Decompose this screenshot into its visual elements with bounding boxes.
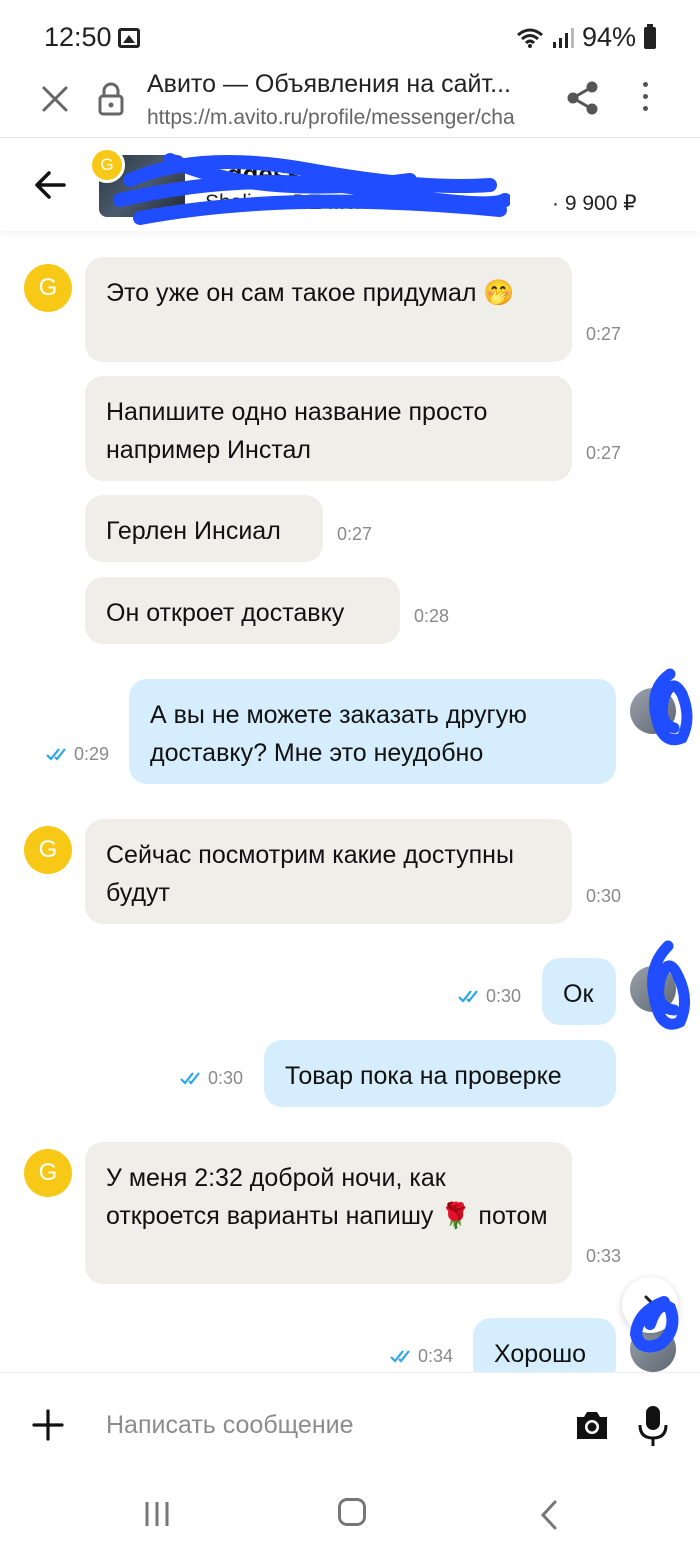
message-bubble-incoming[interactable]: Герлен Инсиал [85, 495, 323, 562]
listing-price: · 9 900 ₽ [552, 192, 637, 215]
battery-percent: 94% [581, 22, 636, 52]
message-bubble-incoming[interactable]: Сейчас посмотрим какие доступны будут [85, 819, 572, 924]
camera-icon[interactable] [574, 1409, 610, 1441]
message-time: 0:34 [390, 1346, 453, 1367]
message-time: 0:27 [586, 324, 622, 344]
seller-avatar: G [89, 147, 125, 183]
message-text: Это уже он сам такое придумал 🤭 [106, 279, 515, 307]
browser-toolbar: Авито — Объявления на сайт... https://m.… [0, 62, 700, 138]
message-time: 0:30 [586, 886, 622, 906]
message-bubble-incoming[interactable]: Это уже он сам такое придумал 🤭 [85, 257, 572, 362]
message-text: Напишите одно название просто например И… [106, 398, 488, 464]
status-time: 12:50 [44, 22, 112, 52]
message-time: 0:27 [337, 524, 373, 544]
lock-icon[interactable] [98, 82, 124, 116]
message-time: 0:29 [46, 744, 109, 765]
sender-avatar[interactable]: G [24, 1149, 72, 1197]
system-navigation-bar [0, 1480, 700, 1556]
double-check-icon [46, 748, 66, 761]
wifi-icon [516, 28, 543, 48]
message-time: 0:30 [458, 986, 521, 1007]
message-text: Герлен Инсиал [106, 517, 281, 545]
message-bubble-incoming[interactable]: Он откроет доставку [85, 577, 400, 644]
plus-icon[interactable] [32, 1409, 64, 1441]
listing-title[interactable]: Shali... ...DE ...cre Gu... [205, 191, 545, 215]
message-text: У меня 2:32 доброй ночи, как откроется в… [106, 1164, 548, 1230]
message-time: 0:30 [180, 1068, 243, 1089]
message-time: 0:27 [586, 443, 622, 463]
my-avatar[interactable] [630, 966, 676, 1012]
message-bubble-incoming[interactable]: Напишите одно название просто например И… [85, 376, 572, 481]
my-avatar[interactable] [630, 1326, 676, 1372]
message-bubble-outgoing[interactable]: Ок [542, 958, 616, 1025]
sender-avatar[interactable]: G [24, 264, 72, 312]
battery-icon [644, 23, 656, 49]
back-arrow-icon[interactable] [34, 169, 66, 201]
image-notification-icon [118, 28, 140, 48]
message-bubble-outgoing[interactable]: Товар пока на проверке [264, 1040, 616, 1107]
page-title[interactable]: Авито — Объявления на сайт... [147, 70, 547, 99]
microphone-icon[interactable] [638, 1405, 668, 1447]
more-options-icon[interactable] [638, 82, 652, 116]
recent-apps-icon[interactable] [144, 1500, 170, 1528]
message-input[interactable] [106, 1403, 546, 1447]
message-text: Ок [563, 980, 594, 1008]
status-indicators: 94% [516, 22, 656, 53]
home-icon[interactable] [338, 1498, 366, 1526]
double-check-icon [180, 1072, 200, 1085]
message-time: 0:33 [586, 1246, 622, 1266]
message-text: Хорошо [494, 1340, 587, 1368]
message-text: Сейчас посмотрим какие доступны будут [106, 841, 514, 907]
message-composer [0, 1372, 700, 1480]
seller-name[interactable]: ...ddess [205, 159, 302, 190]
share-icon[interactable] [566, 80, 600, 116]
message-text: Он откроет доставку [106, 599, 345, 627]
chat-header: G ...ddess Shali... ...DE ...cre Gu... ·… [0, 139, 700, 231]
message-bubble-incoming[interactable]: У меня 2:32 доброй ночи, как откроется в… [85, 1142, 572, 1284]
message-text: А вы не можете заказать другую доставку?… [150, 701, 527, 767]
my-avatar[interactable] [630, 688, 676, 734]
message-time: 0:28 [414, 606, 450, 626]
close-icon[interactable] [40, 84, 70, 114]
scroll-to-bottom-button[interactable] [622, 1277, 678, 1333]
message-text: Товар пока на проверке [285, 1062, 562, 1090]
signal-icon [552, 27, 574, 48]
chevron-down-icon [644, 1295, 657, 1315]
double-check-icon [458, 990, 478, 1003]
url-bar[interactable]: https://m.avito.ru/profile/messenger/cha [147, 106, 543, 130]
nav-back-icon[interactable] [540, 1500, 558, 1530]
double-check-icon [390, 1350, 410, 1363]
sender-avatar[interactable]: G [24, 826, 72, 874]
message-bubble-outgoing[interactable]: А вы не можете заказать другую доставку?… [129, 679, 616, 784]
